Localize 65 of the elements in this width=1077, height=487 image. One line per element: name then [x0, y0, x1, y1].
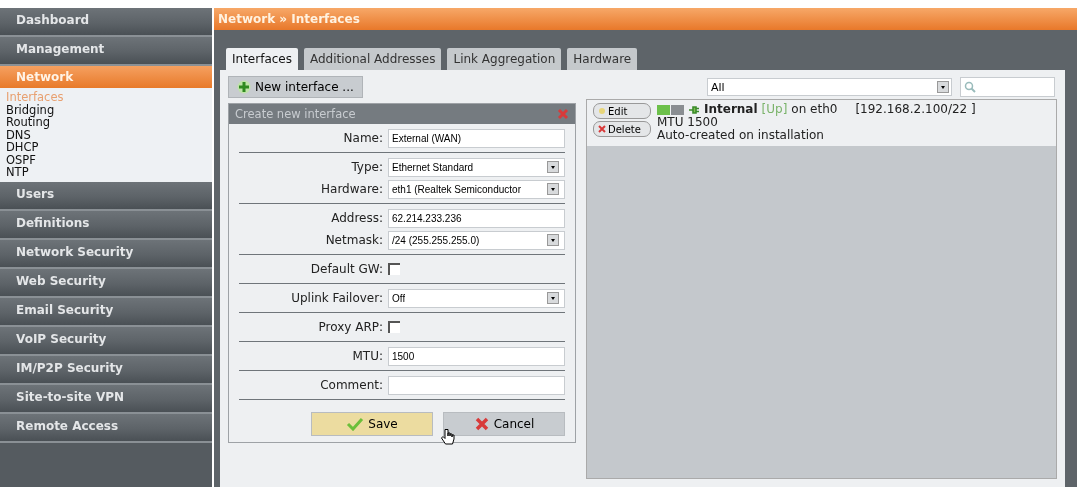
field-label: Proxy ARP: — [317, 320, 384, 334]
input-field[interactable]: 62.214.233.236 — [388, 208, 565, 228]
plus-icon — [237, 80, 251, 94]
sidebar-item[interactable]: Remote Access — [0, 413, 212, 443]
field-label: Netmask: — [324, 233, 384, 247]
close-icon — [598, 125, 606, 133]
dropdown[interactable]: Off — [388, 288, 565, 308]
sidebar-item[interactable]: Network Security — [0, 239, 212, 269]
dropdown[interactable]: eth1 (Realtek Semiconductor — [388, 179, 565, 199]
submenu-item[interactable]: OSPF — [6, 153, 36, 166]
new-interface-button[interactable]: New interface ... — [228, 76, 363, 98]
search-field[interactable] — [960, 77, 1055, 97]
submenu-item[interactable]: DHCP — [6, 141, 39, 154]
checkmark-icon — [346, 417, 365, 431]
interface-device: on eth0 — [791, 103, 838, 116]
checkbox[interactable] — [388, 321, 400, 333]
filter-dropdown[interactable]: All — [707, 78, 952, 96]
submenu-item[interactable]: DNS — [6, 128, 31, 141]
interface-comment: Auto-created on installation — [657, 129, 825, 142]
sidebar-item[interactable]: Dashboard — [0, 8, 212, 37]
field-label: Default GW: — [309, 262, 384, 276]
checkbox[interactable] — [388, 263, 400, 275]
close-icon — [473, 417, 490, 431]
sidebar-item[interactable]: Definitions — [0, 210, 212, 240]
page-title: Network » Interfaces — [214, 8, 1077, 30]
field-label: Address: — [330, 211, 384, 225]
input-field[interactable]: 1500 — [388, 346, 565, 366]
field-label: Hardware: — [320, 182, 384, 196]
tab[interactable]: Hardware — [567, 48, 638, 70]
field-label: Uplink Failover: — [290, 291, 384, 305]
sidebar-item[interactable]: IM/P2P Security — [0, 355, 212, 385]
dot-icon — [598, 107, 606, 115]
edit-button[interactable]: Edit — [593, 103, 651, 119]
sidebar-item[interactable]: Web Security — [0, 268, 212, 298]
dropdown[interactable]: /24 (255.255.255.0) — [388, 230, 565, 250]
dropdown[interactable]: Ethernet Standard — [388, 157, 565, 177]
sidebar-item[interactable]: Email Security — [0, 297, 212, 327]
submenu-item[interactable]: Routing — [6, 116, 51, 129]
delete-button[interactable]: Delete — [593, 121, 651, 137]
tab[interactable]: Link Aggregation — [447, 48, 562, 70]
submenu-item[interactable]: Bridging — [6, 103, 55, 116]
sidebar-item[interactable]: Site-to-site VPN — [0, 384, 212, 414]
submenu-item[interactable]: NTP — [6, 166, 29, 179]
hand-cursor-icon — [441, 428, 455, 446]
interface-address: [192.168.2.100/22 ] — [855, 103, 976, 116]
sidebar-item[interactable]: VoIP Security — [0, 326, 212, 356]
input-field[interactable]: External (WAN) — [388, 128, 565, 148]
input-field[interactable] — [388, 375, 565, 395]
interface-status: [Up] — [761, 103, 788, 116]
interface-name: Internal — [704, 103, 758, 116]
plug-icon — [688, 104, 700, 115]
cancel-button[interactable]: Cancel — [443, 412, 565, 436]
field-label: Type: — [350, 160, 384, 174]
dialog-title: Create new interface — [235, 107, 356, 121]
field-label: Comment: — [319, 378, 384, 392]
tab[interactable]: Additional Addresses — [304, 48, 442, 70]
save-button[interactable]: Save — [311, 412, 433, 436]
interface-mtu: MTU 1500 — [657, 116, 719, 129]
tab[interactable]: Interfaces — [226, 48, 298, 70]
toggle-switch[interactable] — [657, 104, 684, 115]
field-label: Name: — [342, 131, 384, 145]
sidebar-item[interactable]: Management — [0, 37, 212, 66]
sidebar-item[interactable]: Users — [0, 181, 212, 211]
search-icon — [964, 81, 976, 93]
field-label: MTU: — [351, 349, 384, 363]
